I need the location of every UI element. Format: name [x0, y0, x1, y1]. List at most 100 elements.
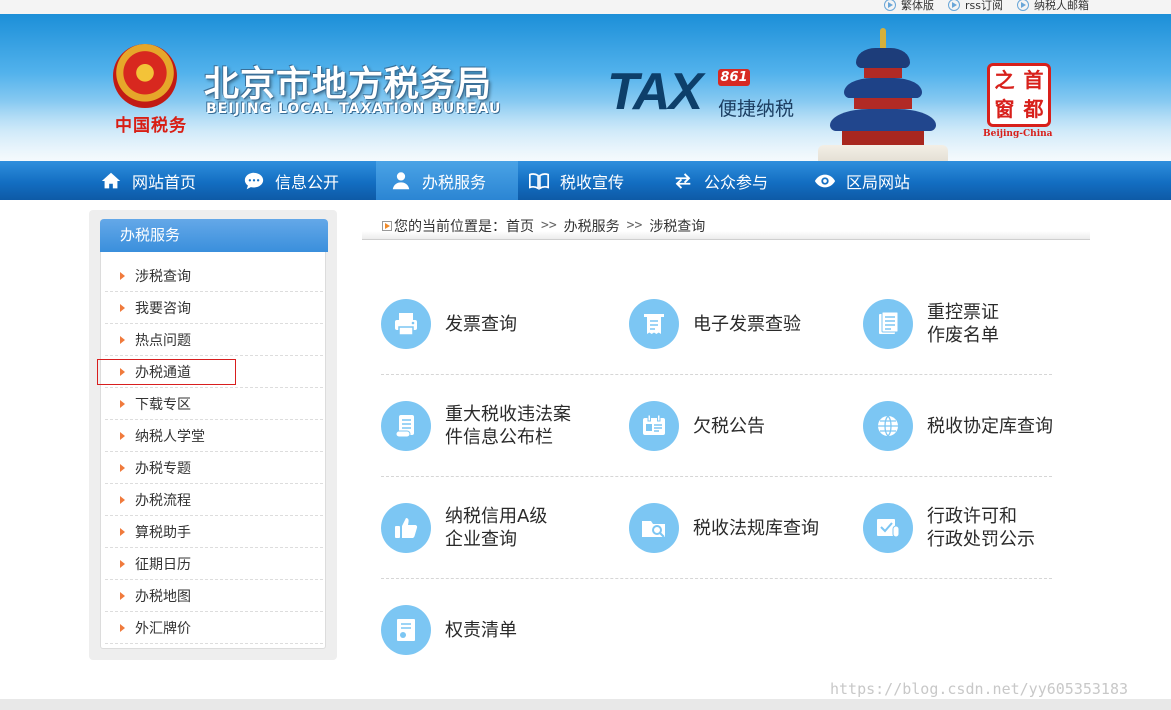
main-nav: 网站首页 信息公开 办税服务 税收宣传 公众参与 区局网站	[0, 161, 1171, 200]
service-tax-law-query[interactable]: 税收法规库查询	[629, 503, 819, 553]
service-label: 权责清单	[445, 619, 517, 642]
row-divider	[381, 476, 1052, 477]
sidebar-item-label: 下载专区	[135, 396, 191, 413]
national-emblem-icon[interactable]	[113, 44, 177, 108]
nav-tax-publicity[interactable]: 税收宣传	[514, 161, 638, 200]
service-voided-tickets[interactable]: 重控票证 作废名单	[863, 299, 999, 349]
service-label: 重大税收违法案 件信息公布栏	[445, 403, 571, 449]
sidebar-item-label: 办税通道	[135, 364, 191, 381]
sidebar-item-tax-channel[interactable]: 办税通道	[105, 356, 323, 388]
row-divider	[381, 374, 1052, 375]
service-label-line: 税收协定库查询	[927, 415, 1053, 437]
sidebar: 办税服务 涉税查询 我要咨询 热点问题 办税通道 下载专区 纳税人学堂 办税专题…	[89, 210, 337, 660]
service-label-line: 发票查询	[445, 313, 517, 335]
sidebar-item-label: 涉税查询	[135, 268, 191, 285]
sidebar-item-special-topics[interactable]: 办税专题	[105, 452, 323, 484]
service-invoice-query[interactable]: 发票查询	[381, 299, 517, 349]
breadcrumb-home[interactable]: 首页	[506, 216, 534, 236]
bullet-arrow-icon	[120, 495, 125, 504]
service-tax-treaty-query[interactable]: 税收协定库查询	[863, 401, 1053, 451]
seal-caption: Beijing-China	[983, 129, 1053, 139]
top-links: 繁体版 rss订阅 纳税人邮箱	[884, 0, 1089, 13]
service-power-list[interactable]: 权责清单	[381, 605, 517, 655]
temple-of-heaven-icon	[818, 28, 948, 161]
traditional-chinese-link[interactable]: 繁体版	[884, 0, 934, 13]
sidebar-item-label: 纳税人学堂	[135, 428, 205, 445]
breadcrumb-tax-service[interactable]: 办税服务	[564, 216, 620, 236]
sidebar-list: 涉税查询 我要咨询 热点问题 办税通道 下载专区 纳税人学堂 办税专题 办税流程…	[105, 260, 323, 644]
sidebar-item-label: 我要咨询	[135, 300, 191, 317]
tax-slogan: 便捷纳税	[718, 98, 795, 120]
breadcrumb: 您的当前位置是： 首页 >> 办税服务 >> 涉税查询	[362, 212, 1090, 240]
service-label-line: 件信息公布栏	[445, 427, 553, 448]
service-label: 发票查询	[445, 313, 517, 336]
nav-home[interactable]: 网站首页	[86, 161, 210, 200]
sidebar-item-label: 征期日历	[135, 556, 191, 573]
taxpayer-mail-label: 纳税人邮箱	[1034, 0, 1089, 12]
bullet-arrow-icon	[120, 559, 125, 568]
service-label: 重控票证 作废名单	[927, 301, 999, 347]
service-admin-permits[interactable]: 行政许可和 行政处罚公示	[863, 503, 1035, 553]
nav-district-sites[interactable]: 区局网站	[800, 161, 924, 200]
sidebar-title: 办税服务	[100, 219, 328, 252]
rss-link[interactable]: rss订阅	[948, 0, 1003, 13]
home-icon	[101, 172, 121, 188]
service-label: 欠税公告	[693, 415, 765, 438]
site-title-en: BEIJING LOCAL TAXATION BUREAU	[206, 101, 502, 117]
service-label-line: 欠税公告	[693, 415, 765, 437]
eye-icon	[814, 174, 836, 187]
breadcrumb-separator: >>	[541, 218, 557, 233]
sidebar-panel: 办税服务 涉税查询 我要咨询 热点问题 办税通道 下载专区 纳税人学堂 办税专题…	[100, 219, 328, 649]
bullet-arrow-icon	[120, 335, 125, 344]
sidebar-item-hot-topics[interactable]: 热点问题	[105, 324, 323, 356]
sidebar-item-label: 办税流程	[135, 492, 191, 509]
bullet-arrow-icon	[120, 591, 125, 600]
receipt-icon	[629, 299, 679, 349]
service-major-violations[interactable]: 重大税收违法案 件信息公布栏	[381, 401, 571, 451]
capital-window-seal[interactable]: 之 首 窗 都	[987, 63, 1051, 127]
sidebar-item-exchange-rates[interactable]: 外汇牌价	[105, 612, 323, 644]
service-label: 税收法规库查询	[693, 517, 819, 540]
site-title-cn[interactable]: 北京市地方税务局	[204, 56, 492, 107]
nav-public-participation[interactable]: 公众参与	[658, 161, 782, 200]
service-label-line: 行政许可和	[927, 506, 1017, 527]
sidebar-item-taxpayer-school[interactable]: 纳税人学堂	[105, 420, 323, 452]
sidebar-item-tax-inquiry[interactable]: 涉税查询	[105, 260, 323, 292]
top-utility-bar: 繁体版 rss订阅 纳税人邮箱	[0, 0, 1171, 14]
open-book-icon	[529, 172, 549, 190]
breadcrumb-current[interactable]: 涉税查询	[649, 216, 705, 236]
user-icon	[392, 171, 410, 189]
nav-public-participation-label: 公众参与	[704, 172, 769, 192]
service-label-line: 税收法规库查询	[693, 517, 819, 539]
sidebar-item-process[interactable]: 办税流程	[105, 484, 323, 516]
service-label-line: 重控票证	[927, 302, 999, 323]
globe-icon	[863, 401, 913, 451]
sidebar-item-downloads[interactable]: 下载专区	[105, 388, 323, 420]
service-label: 税收协定库查询	[927, 415, 1053, 438]
sidebar-item-label: 算税助手	[135, 524, 191, 541]
sidebar-item-map[interactable]: 办税地图	[105, 580, 323, 612]
service-a-level-credit[interactable]: 纳税信用A级 企业查询	[381, 503, 547, 553]
watermark: https://blog.csdn.net/yy605353183	[830, 680, 1129, 698]
tax-logo-badge: 861	[718, 69, 750, 86]
service-label: 电子发票查验	[693, 313, 801, 336]
service-tax-arrears[interactable]: 欠税公告	[629, 401, 765, 451]
scroll-icon	[381, 401, 431, 451]
sidebar-item-tax-calculator[interactable]: 算税助手	[105, 516, 323, 548]
nav-district-sites-label: 区局网站	[846, 172, 911, 192]
nav-tax-service[interactable]: 办税服务	[376, 161, 518, 200]
service-label-line: 行政处罚公示	[927, 529, 1035, 550]
play-circle-icon	[884, 0, 897, 11]
service-e-invoice-check[interactable]: 电子发票查验	[629, 299, 801, 349]
breadcrumb-prefix: 您的当前位置是：	[394, 218, 506, 235]
taxpayer-mail-link[interactable]: 纳税人邮箱	[1017, 0, 1089, 13]
sidebar-item-label: 热点问题	[135, 332, 191, 349]
nav-home-label: 网站首页	[132, 172, 197, 192]
check-board-icon	[863, 503, 913, 553]
bullet-arrow-icon	[120, 271, 125, 280]
nav-info-disclosure[interactable]: 信息公开	[229, 161, 353, 200]
footer-strip	[0, 699, 1171, 710]
sidebar-item-consult[interactable]: 我要咨询	[105, 292, 323, 324]
sidebar-item-calendar[interactable]: 征期日历	[105, 548, 323, 580]
play-circle-icon	[1017, 0, 1029, 11]
